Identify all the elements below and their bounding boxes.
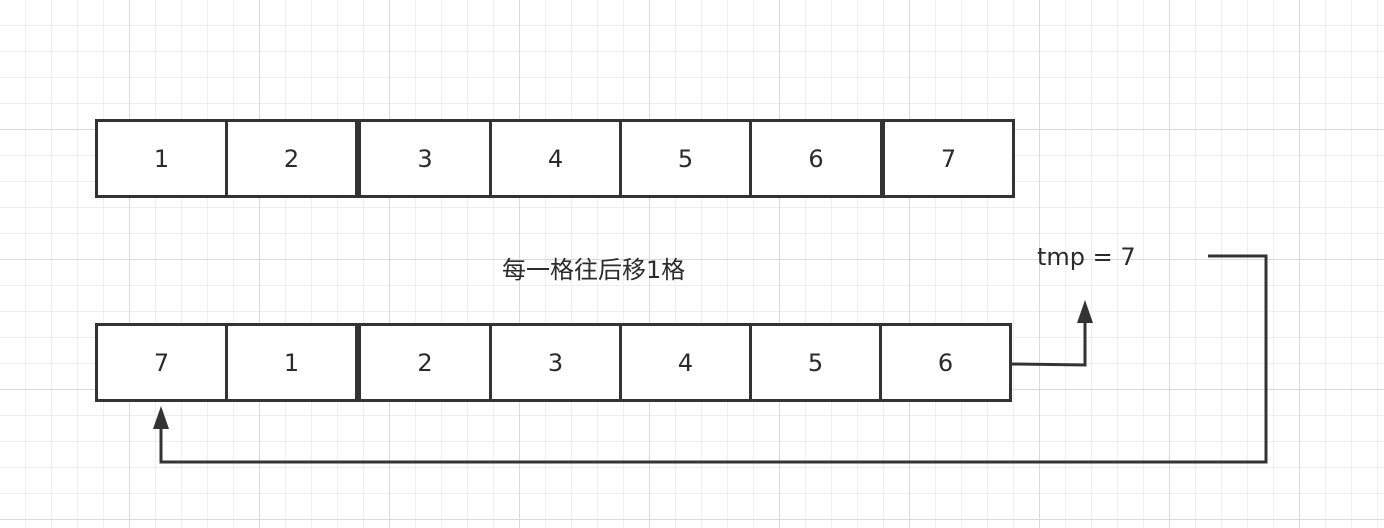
tmp-label: tmp = 7 [1037,243,1136,271]
shift-caption: 每一格往后移1格 [502,256,686,284]
arrow-to-tmp [1011,300,1093,367]
top-cell-2: 2 [225,119,358,198]
bottom-cell-1: 7 [95,323,228,402]
top-cell-6: 6 [749,119,883,198]
arrow-to-tmp-line [1011,322,1087,367]
arrow-to-tmp-head [1077,300,1093,323]
top-cell-7: 7 [882,119,1015,198]
bottom-cell-5: 4 [619,323,752,402]
bottom-cell-6: 5 [749,323,882,402]
top-cell-1: 1 [95,119,228,198]
bottom-cell-2: 1 [225,323,358,402]
bottom-cell-7: 6 [879,323,1012,402]
arrow-tmp-to-first-head [153,406,169,429]
top-cell-3: 3 [358,119,492,198]
connector-layer [153,254,1268,464]
top-cell-5: 5 [619,119,752,198]
bottom-cell-3: 2 [358,323,492,402]
top-cell-4: 4 [489,119,622,198]
bottom-cell-4: 3 [489,323,622,402]
